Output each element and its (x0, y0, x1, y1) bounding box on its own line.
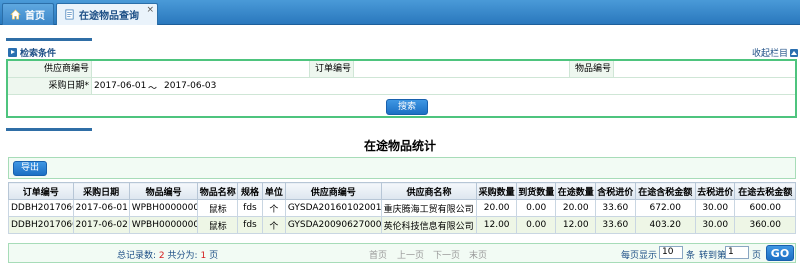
go-button[interactable]: GO (766, 245, 794, 261)
collapse-up-icon (790, 48, 799, 57)
table-cell: GYSDA200906270003 (284, 216, 382, 234)
table-cell: GYSDA201601020014 (284, 199, 382, 217)
column-header[interactable]: 采购日期 (72, 182, 130, 200)
table-cell: 12.00 (476, 216, 517, 234)
results-toolbar: 导出 (8, 157, 796, 179)
total-label: 总记录数: (117, 251, 157, 261)
column-header[interactable]: 含税进价 (595, 182, 636, 200)
column-header[interactable]: 物品编号 (128, 182, 199, 200)
table-cell: 0.00 (515, 199, 557, 217)
prev-page-link[interactable]: 上一页 (397, 248, 424, 261)
table-cell: 个 (261, 216, 286, 234)
export-button[interactable]: 导出 (13, 161, 47, 176)
table-cell: DDBH201706020095 (8, 216, 74, 234)
tab-in-transit-query[interactable]: 在途物品查询 × (56, 3, 158, 25)
table-cell: 鼠标 (197, 199, 238, 217)
goto-unit: 页 (752, 251, 762, 261)
order-no-input[interactable] (354, 61, 570, 77)
table-cell: fds (236, 199, 263, 217)
search-section-title: 检索条件 (8, 46, 56, 59)
column-header[interactable]: 采购数量 (476, 182, 517, 200)
results-title: 在途物品统计 (363, 139, 436, 153)
table-cell: 20.00 (555, 199, 597, 217)
home-icon (10, 9, 21, 20)
table-cell: 2017-06-01 (72, 199, 130, 217)
per-page-unit: 条 (686, 251, 696, 261)
results-table: 订单编号 采购日期 物品编号 物品名称 规格 单位 供应商编号 供应商名称 采购… (8, 182, 796, 234)
goto-page-input[interactable]: 1 (725, 246, 749, 259)
pages-label: 共分为: (167, 251, 198, 261)
per-page-label: 每页显示 (621, 251, 658, 261)
table-cell: 英伦科技信息有限公司 (380, 216, 478, 234)
column-header[interactable]: 规格 (236, 182, 263, 200)
table-cell: 600.00 (734, 199, 796, 217)
first-page-link[interactable]: 首页 (369, 248, 387, 261)
column-header[interactable]: 单位 (261, 182, 286, 200)
tab-home-label: 首页 (25, 11, 45, 22)
tab-home[interactable]: 首页 (2, 3, 54, 25)
item-code-input[interactable] (614, 61, 795, 77)
table-cell: 个 (261, 199, 286, 217)
pages-count: 1 (200, 251, 207, 261)
table-cell: 鼠标 (197, 216, 238, 234)
table-cell: DDBH201706010094 (8, 199, 74, 217)
search-panel: 供应商编号 订单编号 物品编号 采购日期* 2017-06-01 ～ 2017-… (6, 59, 797, 118)
table-cell: 30.00 (694, 216, 736, 234)
table-cell: 12.00 (555, 216, 597, 234)
next-page-link[interactable]: 下一页 (433, 248, 460, 261)
page-icon (65, 9, 74, 20)
column-header[interactable]: 在途含税金额 (634, 182, 696, 200)
table-cell: 33.60 (595, 216, 636, 234)
table-cell: 360.00 (734, 216, 796, 234)
table-row[interactable]: DDBH201706020095 2017-06-02 WPBH00000001… (8, 216, 796, 234)
column-header[interactable]: 物品名称 (197, 182, 238, 200)
goto-label: 转到第 (699, 251, 727, 261)
date-separator: ～ (148, 84, 158, 94)
table-cell: 2017-06-02 (72, 216, 130, 234)
close-icon[interactable]: × (146, 5, 154, 15)
column-header[interactable]: 在途数量 (555, 182, 597, 200)
total-count: 2 (158, 251, 165, 261)
column-header[interactable]: 去税进价 (694, 182, 736, 200)
search-row-2: 采购日期* 2017-06-01 ～ 2017-06-03 (8, 78, 795, 95)
table-cell: 重庆腾海工贸有限公司 (380, 199, 478, 217)
tab-active-label: 在途物品查询 (79, 11, 139, 22)
table-cell: 403.20 (634, 216, 696, 234)
table-cell: WPBH00000001 (128, 199, 199, 217)
table-cell: 0.00 (515, 216, 557, 234)
table-cell: 30.00 (694, 199, 736, 217)
search-row-1: 供应商编号 订单编号 物品编号 (8, 61, 795, 78)
supplier-code-label: 供应商编号 (8, 61, 92, 77)
table-row[interactable]: DDBH201706010094 2017-06-01 WPBH00000001… (8, 199, 796, 217)
per-page-input[interactable]: 10 (659, 246, 683, 259)
pager-summary: 总记录数: 2 共分为: 1 页 (117, 248, 218, 261)
column-header[interactable]: 供应商编号 (284, 182, 382, 200)
column-header[interactable]: 在途去税金额 (734, 182, 796, 200)
supplier-code-input[interactable] (92, 61, 310, 77)
collapse-section-link[interactable]: 收起栏目 (752, 46, 799, 59)
search-section-label: 检索条件 (20, 49, 57, 59)
search-button[interactable]: 搜索 (386, 99, 428, 115)
item-code-label: 物品编号 (570, 61, 614, 77)
table-header-row: 订单编号 采购日期 物品编号 物品名称 规格 单位 供应商编号 供应商名称 采购… (8, 182, 796, 200)
section-arrow-icon (8, 48, 17, 57)
table-cell: 672.00 (634, 199, 696, 217)
last-page-link[interactable]: 末页 (469, 248, 487, 261)
table-cell: 33.60 (595, 199, 636, 217)
column-header[interactable]: 供应商名称 (380, 182, 478, 200)
column-header[interactable]: 到货数量 (515, 182, 557, 200)
purchase-date-label: 采购日期* (8, 78, 92, 94)
table-cell: WPBH00000001 (128, 216, 199, 234)
pager: 总记录数: 2 共分为: 1 页 首页 上一页 下一页 末页 每页显示 10 条… (8, 243, 796, 263)
collapse-label: 收起栏目 (752, 49, 789, 59)
tab-bar: 首页 在途物品查询 × (0, 0, 800, 25)
section-strip (6, 128, 92, 131)
date-to-input[interactable]: 2017-06-03 (162, 78, 242, 94)
table-cell: 20.00 (476, 199, 517, 217)
section-strip (6, 38, 92, 41)
pages-unit: 页 (209, 251, 219, 261)
column-header[interactable]: 订单编号 (8, 182, 74, 200)
order-no-label: 订单编号 (310, 61, 354, 77)
table-cell: fds (236, 216, 263, 234)
